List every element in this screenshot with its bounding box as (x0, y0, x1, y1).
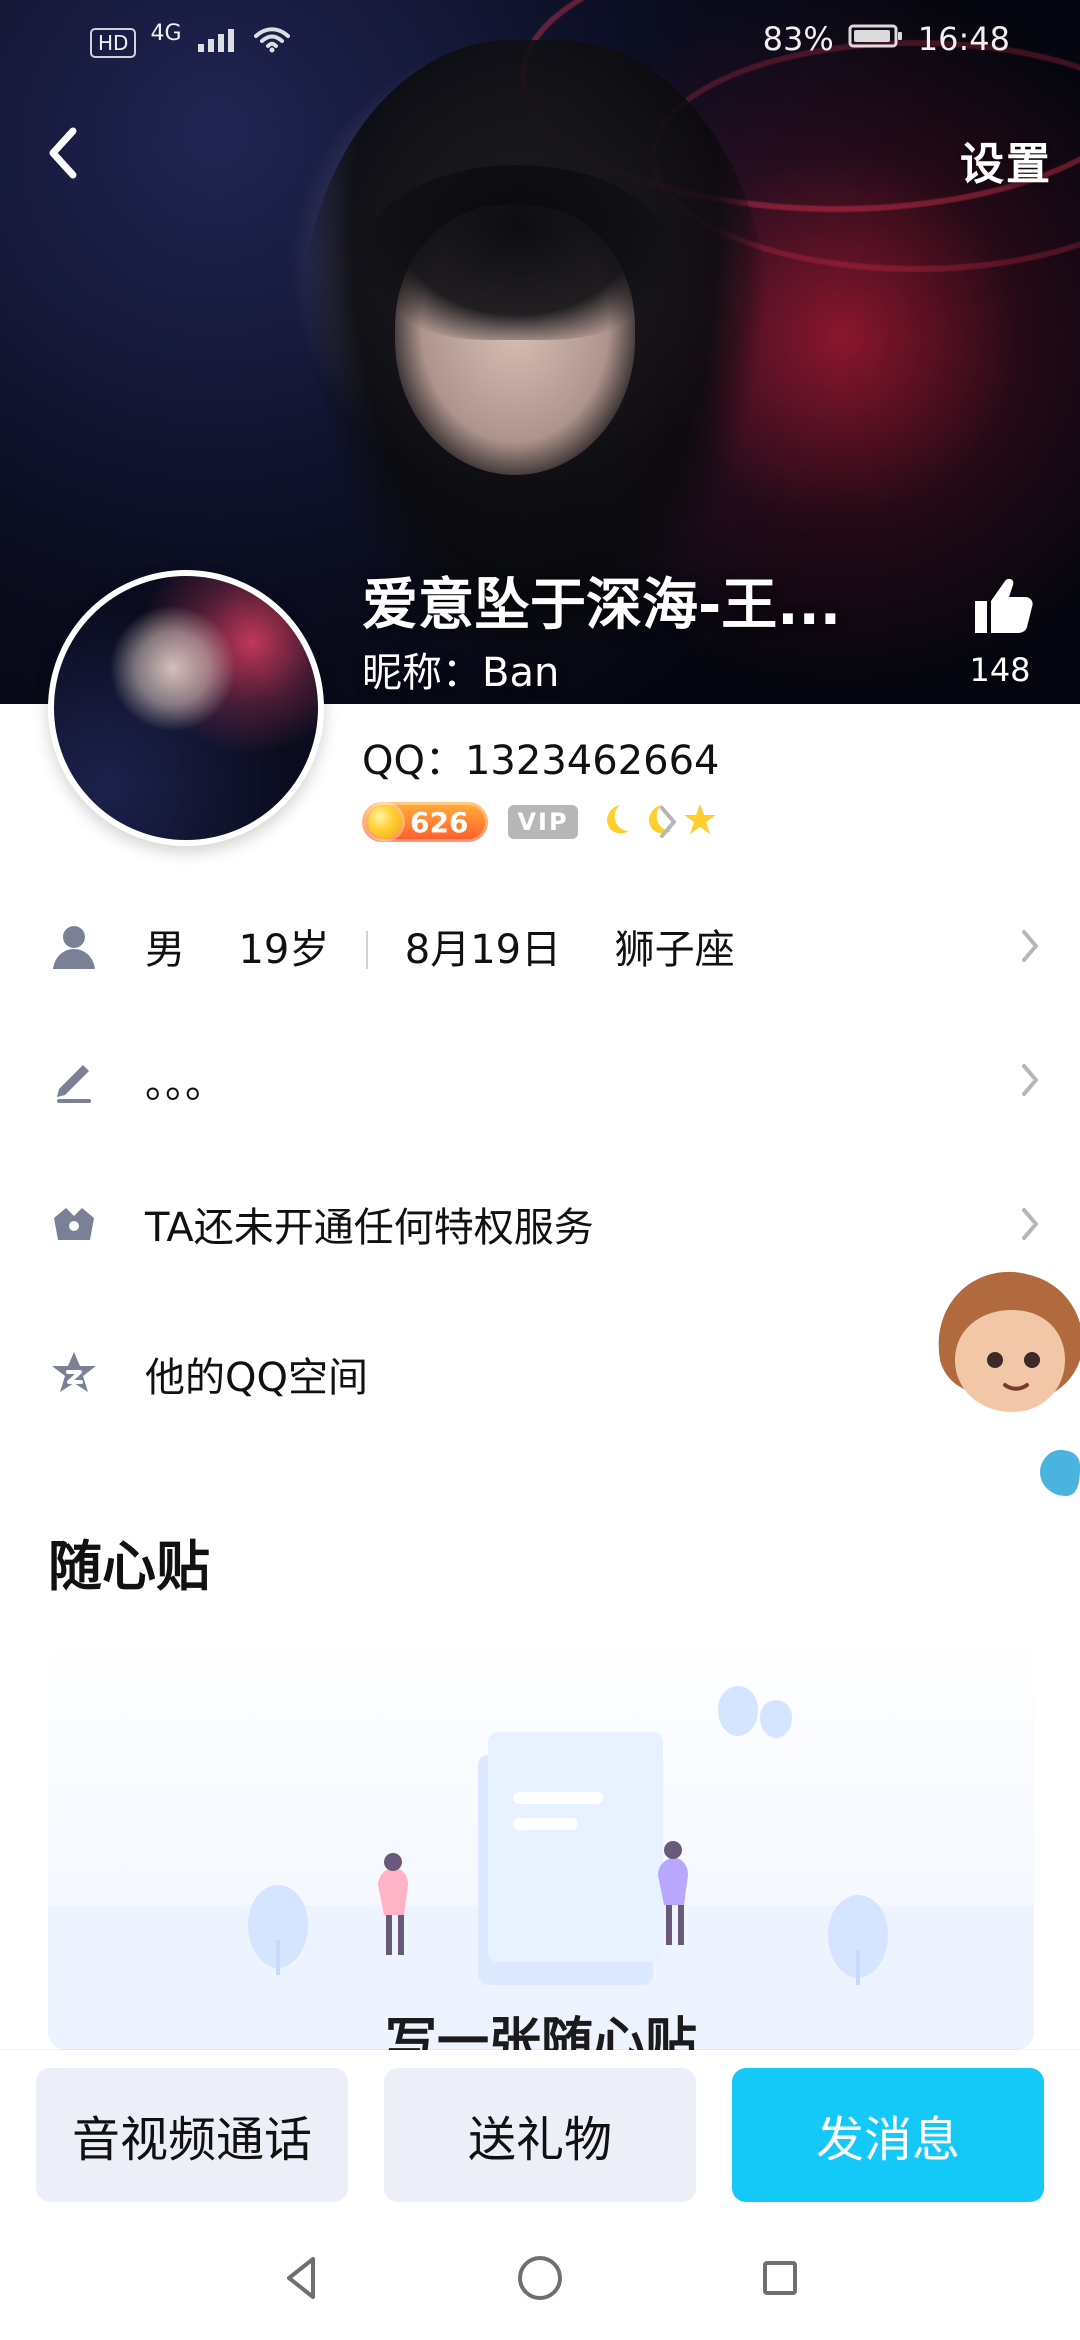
nav-recent-icon (751, 2249, 809, 2311)
moon-icon (598, 803, 632, 841)
level-value: 626 (410, 805, 469, 839)
photo-hair (365, 165, 670, 340)
battery-percent: 83% (762, 20, 834, 58)
card-cta-text: 写一张随心贴 (384, 2013, 697, 2050)
chevron-right-icon (1010, 1060, 1050, 1100)
privilege-text: TA还未开通任何特权服务 (145, 1205, 594, 1251)
chevron-right-icon (1010, 1204, 1050, 1244)
call-button[interactable]: 音视频通话 (36, 2068, 348, 2202)
likes-count: 148 (969, 651, 1031, 689)
separator (366, 931, 369, 969)
info-row-basic[interactable]: 男 19岁 8月19日 狮子座 (0, 886, 1080, 1006)
network-indicator: 4G (150, 20, 182, 46)
profile-name: 爱意坠于深海-王... (362, 573, 842, 638)
qq-value: 1323462664 (464, 738, 720, 784)
nav-recent-button[interactable] (720, 2220, 840, 2340)
qzone-icon (46, 1346, 102, 1402)
status-bar: HD 4G 83% 16:48 (0, 0, 1080, 86)
info-row-privilege[interactable]: TA还未开通任何特权服务 (0, 1164, 1080, 1284)
like-button[interactable]: 148 (960, 575, 1040, 689)
basic-info: 男 19岁 8月19日 狮子座 (145, 917, 735, 975)
nav-back-button[interactable] (240, 2220, 360, 2340)
gift-button[interactable]: 送礼物 (384, 2068, 696, 2202)
birthday: 8月19日 (404, 927, 562, 973)
bottom-action-bar: 音视频通话 送礼物 发消息 (0, 2050, 1080, 2220)
profile-badges[interactable]: 626 VIP (362, 800, 718, 844)
level-badge: 626 (362, 802, 488, 842)
nav-home-button[interactable] (480, 2220, 600, 2340)
qzone-text: 他的QQ空间 (145, 1355, 368, 1401)
qq-label: QQ： (362, 738, 465, 784)
info-row-qzone[interactable]: 他的QQ空间 (0, 1314, 1080, 1434)
card-illustration (48, 1686, 1034, 2050)
cartoon-mascot[interactable] (920, 1240, 1080, 1540)
send-message-button[interactable]: 发消息 (732, 2068, 1044, 2202)
edit-icon (46, 1052, 102, 1108)
chevron-right-icon (1010, 926, 1050, 966)
hd-indicator: HD (90, 28, 137, 58)
gender: 男 (145, 927, 185, 973)
coin-icon (368, 805, 402, 839)
nav-back-icon (271, 2249, 329, 2311)
clock: 16:48 (917, 20, 1010, 58)
settings-button[interactable]: 设置 (960, 128, 1052, 192)
chevron-right-icon (648, 802, 688, 842)
chevron-left-icon (43, 123, 83, 187)
profile-nickname: 昵称：Ban (362, 640, 559, 698)
back-button[interactable] (28, 120, 98, 190)
battery-icon (848, 20, 904, 58)
thumbs-up-icon (965, 575, 1035, 645)
user-icon (46, 918, 102, 974)
qq-number: QQ：1323462664 (362, 728, 719, 786)
nickname-label: 昵称： (362, 650, 482, 696)
age: 19岁 (238, 927, 330, 973)
nav-home-icon (511, 2249, 569, 2311)
crown-icon (46, 1196, 102, 1252)
suixintie-card[interactable]: 写一张随心贴 (48, 1640, 1034, 2050)
nickname-value: Ban (482, 650, 560, 696)
info-row-signature[interactable]: 。。。 (0, 1020, 1080, 1140)
signature-text: 。。。 (145, 1061, 225, 1107)
status-right: 83% 16:48 (763, 20, 1010, 58)
avatar[interactable] (48, 570, 324, 846)
wifi-icon (252, 24, 292, 62)
vip-badge: VIP (508, 805, 578, 839)
status-left: HD 4G (90, 20, 292, 62)
signal-icon (196, 24, 238, 62)
zodiac: 狮子座 (614, 927, 735, 973)
system-nav-bar (0, 2220, 1080, 2340)
section-title-suixintie: 随心贴 (48, 1535, 210, 1598)
